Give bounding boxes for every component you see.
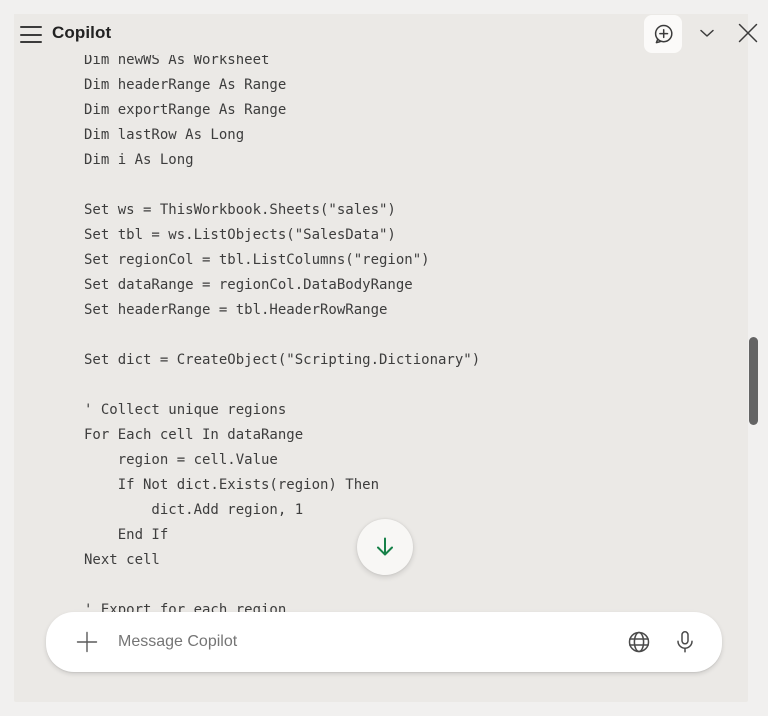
chevron-down-icon	[697, 23, 717, 43]
pane-title: Copilot	[52, 23, 111, 43]
dictate-button[interactable]	[668, 625, 702, 659]
pane-header: Copilot	[14, 14, 748, 55]
menu-button[interactable]	[20, 26, 42, 43]
chat-message-area: Dim newWS As Worksheet Dim headerRange A…	[14, 54, 740, 702]
add-content-button[interactable]	[70, 625, 104, 659]
plus-icon	[75, 630, 99, 654]
close-icon	[736, 21, 760, 45]
web-search-button[interactable]	[622, 625, 656, 659]
hamburger-icon	[20, 26, 42, 28]
scrollbar-thumb[interactable]	[749, 337, 758, 425]
globe-icon	[626, 629, 652, 655]
scroll-to-bottom-button[interactable]	[357, 519, 413, 575]
mic-icon	[672, 629, 698, 655]
close-button[interactable]	[732, 17, 764, 49]
arrow-down-icon	[371, 533, 399, 561]
new-chat-button[interactable]	[644, 15, 682, 53]
message-composer	[46, 612, 722, 672]
new-chat-icon	[651, 22, 676, 47]
message-input[interactable]	[118, 633, 622, 651]
code-block: Dim newWS As Worksheet Dim headerRange A…	[84, 54, 480, 623]
collapse-button[interactable]	[693, 19, 721, 47]
